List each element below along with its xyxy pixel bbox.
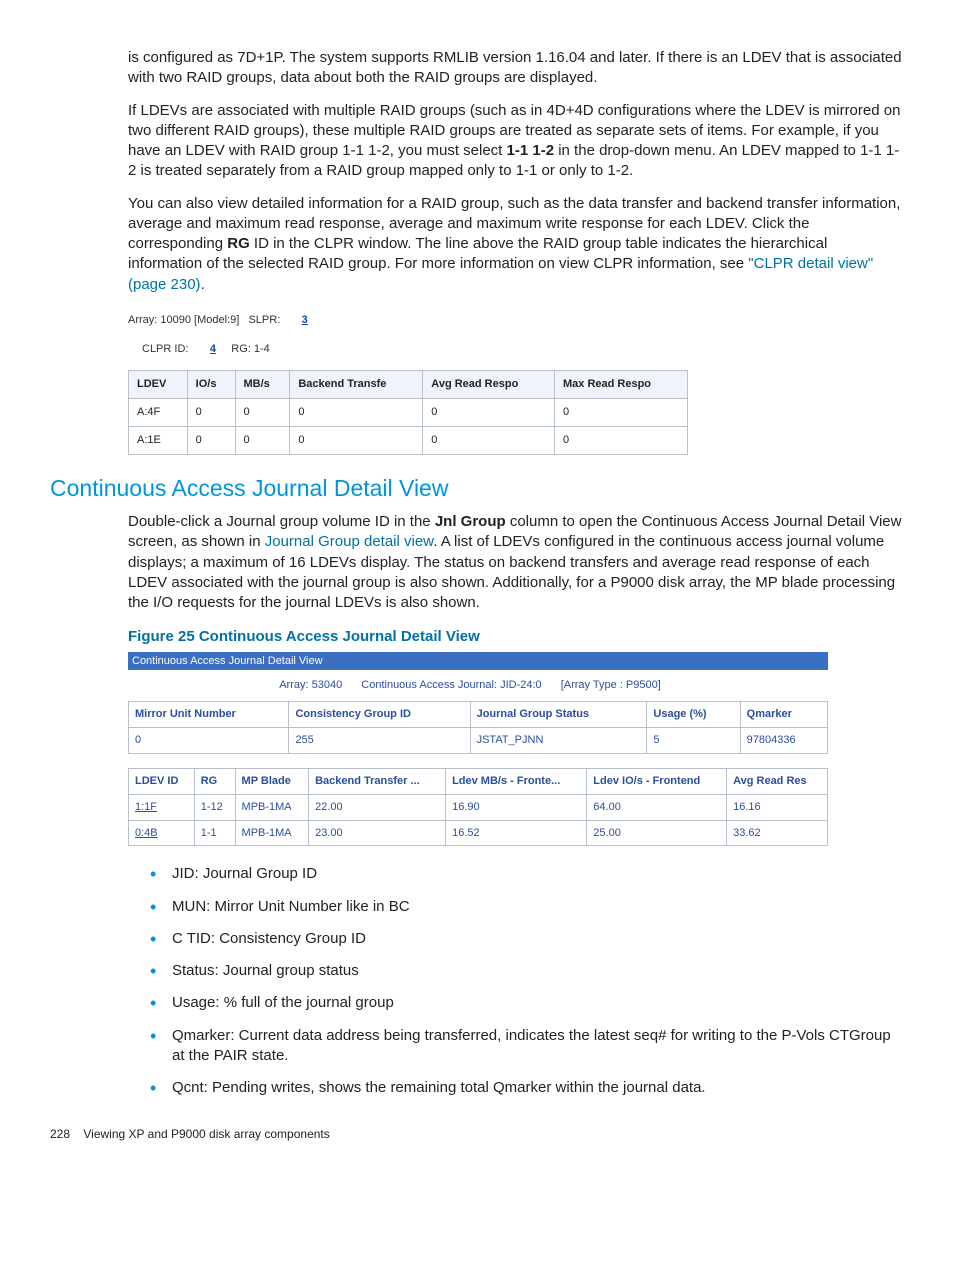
table-header-row: Mirror Unit NumberConsistency Group IDJo… [129, 702, 828, 728]
column-header: LDEV ID [129, 768, 195, 794]
clpr-id-label: CLPR ID: [142, 343, 188, 355]
section-heading-cajdv: Continuous Access Journal Detail View [50, 473, 904, 504]
table-cell: 0 [423, 427, 555, 455]
list-item: Usage: % full of the journal group [150, 993, 904, 1013]
column-header: MB/s [235, 371, 290, 399]
paragraph-multiple-raid: If LDEVs are associated with multiple RA… [128, 101, 904, 182]
list-item: Qcnt: Pending writes, shows the remainin… [150, 1078, 904, 1098]
table-cell: 23.00 [309, 820, 446, 846]
column-header: LDEV [129, 371, 188, 399]
column-header: Qmarker [740, 702, 827, 728]
info-array: Array: 53040 [279, 679, 342, 691]
column-header: Consistency Group ID [289, 702, 470, 728]
table-cell: 0 [129, 728, 289, 754]
slpr-label: SLPR: [248, 314, 280, 326]
ldev-id-cell[interactable]: 0:4B [129, 820, 195, 846]
table-cell: 0 [554, 399, 687, 427]
table-row: A:4F00000 [129, 399, 688, 427]
table-row: 1:1F1-12MPB-1MA22.0016.9064.0016.16 [129, 794, 828, 820]
table-cell: A:1E [129, 427, 188, 455]
info-caj: Continuous Access Journal: JID-24:0 [361, 679, 541, 691]
table-cell: 5 [647, 728, 740, 754]
table-cell: 22.00 [309, 794, 446, 820]
table-cell: 64.00 [587, 794, 727, 820]
text: Double-click a Journal group volume ID i… [128, 513, 435, 530]
column-header: Ldev MB/s - Fronte... [446, 768, 587, 794]
column-header: Avg Read Res [727, 768, 828, 794]
page-footer: 228 Viewing XP and P9000 disk array comp… [50, 1126, 904, 1142]
paragraph-detailed-info: You can also view detailed information f… [128, 194, 904, 295]
array-label: Array: 10090 [Model:9] [128, 314, 239, 326]
cajdv-info-line: Array: 53040 Continuous Access Journal: … [128, 670, 828, 701]
footer-title: Viewing XP and P9000 disk array componen… [83, 1127, 329, 1141]
table-cell: 255 [289, 728, 470, 754]
table-cell: 1-12 [194, 794, 235, 820]
page-number: 228 [50, 1127, 70, 1141]
column-header: Journal Group Status [470, 702, 647, 728]
list-item: Status: Journal group status [150, 961, 904, 981]
column-header: Backend Transfer ... [309, 768, 446, 794]
slpr-link[interactable]: 3 [302, 314, 308, 326]
table-row: 0255JSTAT_PJNN597804336 [129, 728, 828, 754]
ldev-id-cell[interactable]: 1:1F [129, 794, 195, 820]
table-header-row: LDEVIO/sMB/sBackend TransfeAvg Read Resp… [129, 371, 688, 399]
column-header: Mirror Unit Number [129, 702, 289, 728]
list-item: JID: Journal Group ID [150, 864, 904, 884]
rg-label: RG: 1-4 [231, 343, 270, 355]
link-journal-group-detail-view[interactable]: Journal Group detail view [265, 533, 433, 550]
clpr-id-link[interactable]: 4 [210, 343, 216, 355]
table-cell: 16.16 [727, 794, 828, 820]
table-row: 0:4B1-1MPB-1MA23.0016.5225.0033.62 [129, 820, 828, 846]
table-cell: MPB-1MA [235, 820, 309, 846]
table-cell: 0 [235, 399, 290, 427]
column-header: MP Blade [235, 768, 309, 794]
column-header: Usage (%) [647, 702, 740, 728]
clpr-breadcrumb-2: CLPR ID: 4 RG: 1-4 [142, 342, 904, 357]
column-header: Backend Transfe [290, 371, 423, 399]
cajdv-screenshot-block: Continuous Access Journal Detail View Ar… [128, 652, 828, 847]
column-header: Ldev IO/s - Frontend [587, 768, 727, 794]
table-cell: JSTAT_PJNN [470, 728, 647, 754]
list-item: C TID: Consistency Group ID [150, 929, 904, 949]
clpr-breadcrumb-1: Array: 10090 [Model:9] SLPR: 3 [128, 313, 904, 328]
text: is configured as 7D+1P. The system suppo… [128, 49, 902, 86]
bold-rg: RG [227, 235, 250, 252]
clpr-table-block: Array: 10090 [Model:9] SLPR: 3 CLPR ID: … [128, 313, 904, 455]
clpr-ldev-table: LDEVIO/sMB/sBackend TransfeAvg Read Resp… [128, 370, 688, 455]
table-cell: 0 [290, 427, 423, 455]
list-item: Qmarker: Current data address being tran… [150, 1026, 904, 1067]
cajdv-detail-table: LDEV IDRGMP BladeBackend Transfer ...Lde… [128, 768, 828, 847]
figure-25-caption: Figure 25 Continuous Access Journal Deta… [128, 627, 904, 647]
table-cell: MPB-1MA [235, 794, 309, 820]
table-cell: 0 [187, 399, 235, 427]
table-cell: 25.00 [587, 820, 727, 846]
paragraph-cajdv-intro: Double-click a Journal group volume ID i… [128, 512, 904, 613]
table-cell: 97804336 [740, 728, 827, 754]
definition-bullet-list: JID: Journal Group ID MUN: Mirror Unit Nu… [128, 864, 904, 1098]
table-cell: 16.90 [446, 794, 587, 820]
table-header-row: LDEV IDRGMP BladeBackend Transfer ...Lde… [129, 768, 828, 794]
cajdv-titlebar: Continuous Access Journal Detail View [128, 652, 828, 671]
column-header: RG [194, 768, 235, 794]
table-cell: 33.62 [727, 820, 828, 846]
table-cell: 0 [554, 427, 687, 455]
column-header: Max Read Respo [554, 371, 687, 399]
bold-jnl-group: Jnl Group [435, 513, 506, 530]
list-item: MUN: Mirror Unit Number like in BC [150, 897, 904, 917]
info-array-type: [Array Type : P9500] [561, 679, 661, 691]
paragraph-config: is configured as 7D+1P. The system suppo… [128, 48, 904, 89]
text: . [201, 276, 205, 293]
table-cell: 0 [423, 399, 555, 427]
table-cell: 0 [290, 399, 423, 427]
column-header: Avg Read Respo [423, 371, 555, 399]
bold-raid-group: 1-1 1-2 [507, 142, 555, 159]
table-row: A:1E00000 [129, 427, 688, 455]
cajdv-summary-table: Mirror Unit NumberConsistency Group IDJo… [128, 701, 828, 754]
table-cell: A:4F [129, 399, 188, 427]
table-cell: 0 [187, 427, 235, 455]
table-cell: 16.52 [446, 820, 587, 846]
table-cell: 1-1 [194, 820, 235, 846]
column-header: IO/s [187, 371, 235, 399]
table-cell: 0 [235, 427, 290, 455]
